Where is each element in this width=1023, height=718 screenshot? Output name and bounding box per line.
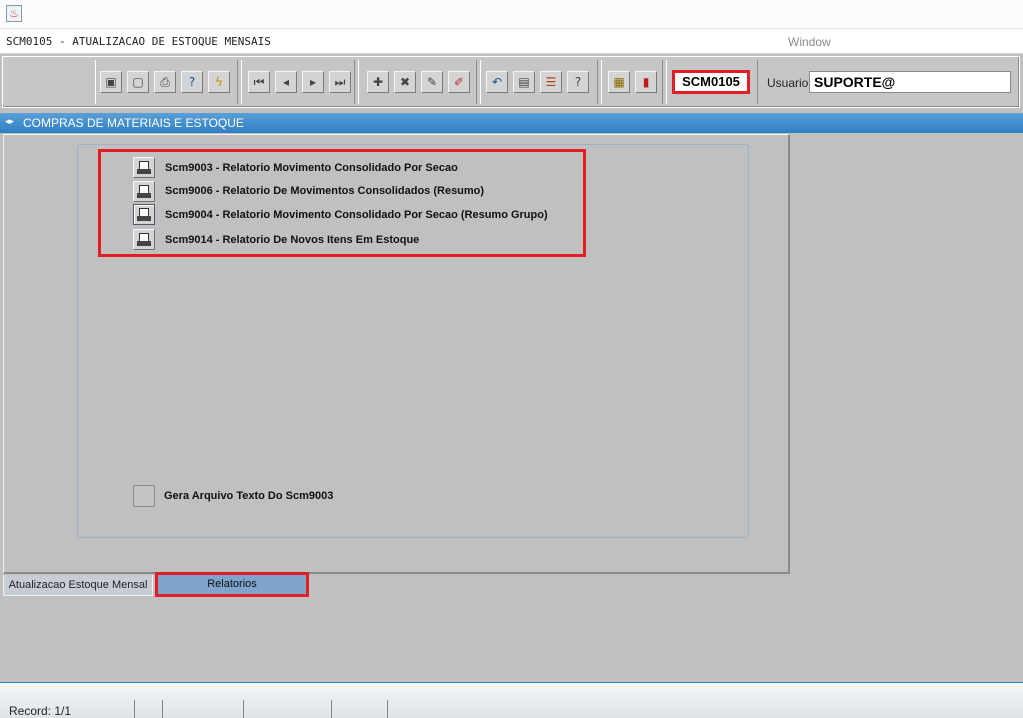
usuario-label: Usuario [767, 76, 809, 90]
clipboard-button[interactable]: ▤ [513, 71, 535, 93]
tab-relatorios[interactable]: Relatorios [155, 572, 309, 597]
insert-record-icon: ✚ [372, 75, 384, 89]
report-label-scm9014: Scm9014 - Relatorio De Novos Itens Em Es… [165, 234, 420, 246]
edit-record-icon: ✎ [426, 75, 438, 89]
query-help-button[interactable]: ? [181, 71, 203, 93]
execute-query-icon: ϟ [215, 75, 223, 89]
status-divider [387, 700, 388, 718]
report-print-button-scm9004[interactable] [133, 204, 155, 225]
form-code: SCM0105 [672, 70, 750, 94]
clear-record-button[interactable]: ✐ [448, 71, 470, 93]
save-icon: ▣ [105, 75, 117, 89]
insert-record-button[interactable]: ✚ [367, 71, 389, 93]
help-button[interactable]: ? [567, 71, 589, 93]
java-cup-icon: ♨ [6, 5, 22, 22]
printer-icon: ⎙ [160, 75, 170, 89]
report-print-button-scm9003[interactable] [133, 157, 155, 178]
undo-icon: ↶ [491, 75, 503, 89]
usuario-field[interactable]: SUPORTE@ [809, 71, 1011, 93]
menu-window[interactable]: Window [788, 35, 831, 49]
form-title: SCM0105 - ATUALIZACAO DE ESTOQUE MENSAIS [6, 35, 271, 48]
window-title-strip [0, 0, 1023, 28]
exit-icon: ▮ [642, 75, 650, 89]
menu-icon: ▦ [613, 75, 625, 89]
report-label-scm9004: Scm9004 - Relatorio Movimento Consolidad… [165, 209, 548, 221]
status-divider [331, 700, 332, 718]
status-divider [162, 700, 163, 718]
delete-record-icon: ✖ [399, 75, 411, 89]
next-record-icon: ▸ [309, 75, 317, 89]
tab-atualizacao-estoque-mensal[interactable]: Atualizacao Estoque Mensal [3, 575, 153, 596]
delete-record-button[interactable]: ✖ [394, 71, 416, 93]
print-screen-button[interactable]: ▢ [127, 71, 149, 93]
report-print-button-scm9006[interactable] [133, 181, 155, 202]
exit-button[interactable]: ▮ [635, 71, 657, 93]
status-bar [0, 682, 1023, 718]
printer-button[interactable]: ⎙ [154, 71, 176, 93]
gera-arquivo-checkbox[interactable] [133, 485, 155, 507]
status-divider [243, 700, 244, 718]
help-icon: ? [574, 75, 582, 89]
undo-button[interactable]: ↶ [486, 71, 508, 93]
menu-button[interactable]: ▦ [608, 71, 630, 93]
clear-record-icon: ✐ [453, 75, 465, 89]
previous-record-button[interactable]: ◂ [275, 71, 297, 93]
print-screen-icon: ▢ [132, 75, 144, 89]
clipboard-icon: ▤ [518, 75, 530, 89]
section-title: COMPRAS DE MATERIAIS E ESTOQUE [23, 116, 244, 130]
report-label-scm9003: Scm9003 - Relatorio Movimento Consolidad… [165, 162, 458, 174]
status-divider [134, 700, 135, 718]
edit-record-button[interactable]: ✎ [421, 71, 443, 93]
list-values-button[interactable]: ☰ [540, 71, 562, 93]
next-record-button[interactable]: ▸ [302, 71, 324, 93]
list-values-icon: ☰ [545, 75, 557, 89]
status-record: Record: 1/1 [9, 704, 72, 718]
last-record-button[interactable]: ⏭ [329, 71, 351, 93]
previous-record-icon: ◂ [282, 75, 290, 89]
execute-query-button[interactable]: ϟ [208, 71, 230, 93]
collapse-icon[interactable]: ◂▸ [5, 117, 16, 128]
last-record-icon: ⏭ [334, 75, 346, 89]
save-button[interactable]: ▣ [100, 71, 122, 93]
report-print-button-scm9014[interactable] [133, 229, 155, 250]
gera-arquivo-label: Gera Arquivo Texto Do Scm9003 [164, 490, 334, 502]
first-record-button[interactable]: ⏮ [248, 71, 270, 93]
first-record-icon: ⏮ [253, 75, 265, 89]
report-label-scm9006: Scm9006 - Relatorio De Movimentos Consol… [165, 185, 485, 197]
query-help-icon: ? [188, 75, 196, 89]
